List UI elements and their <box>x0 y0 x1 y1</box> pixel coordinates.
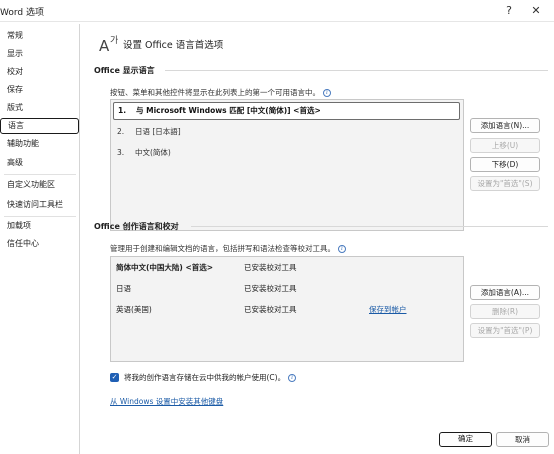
display-language-list[interactable]: 1. 与 Microsoft Windows 匹配 [中文(简体)] <首选> 2… <box>110 99 464 231</box>
set-authoring-preferred-button[interactable]: 设置为"首选"(P) <box>470 323 540 338</box>
cancel-button[interactable]: 取消 <box>496 432 549 447</box>
table-row[interactable]: 英语(美国) 已安装校对工具 保存到帐户 <box>111 301 461 319</box>
sidebar-item-advanced[interactable]: 高级 <box>0 155 80 171</box>
section-divider <box>165 70 548 71</box>
sidebar-item-language[interactable]: 语言 <box>0 118 79 134</box>
remove-language-button[interactable]: 删除(R) <box>470 304 540 319</box>
display-language-description: 按钮、菜单和其他控件将显示在此列表上的第一个可用语言中。 i <box>110 87 331 98</box>
store-languages-in-cloud-option: 将我的创作语言存储在云中供我的帐户使用(C)。 i <box>124 373 297 383</box>
row-language: 英语(美国) <box>116 305 152 314</box>
store-languages-in-cloud-label: 将我的创作语言存储在云中供我的帐户使用(C)。 <box>124 373 286 382</box>
authoring-language-list[interactable]: 简体中文(中国大陆) <首选> 已安装校对工具 日语 已安装校对工具 英语(美国… <box>110 256 464 362</box>
ok-button[interactable]: 确定 <box>439 432 492 447</box>
list-item-number: 1. <box>118 106 127 115</box>
move-up-button[interactable]: 上移(U) <box>470 138 540 153</box>
language-settings-panel: A 가 设置 Office 语言首选项 Office 显示语言 按钮、菜单和其他… <box>81 24 554 454</box>
move-down-button[interactable]: 下移(D) <box>470 157 540 172</box>
list-item-number: 3. <box>117 148 125 157</box>
set-display-preferred-button[interactable]: 设置为"首选"(S) <box>470 176 540 191</box>
list-item[interactable]: 3. 中文(简体) <box>113 144 460 162</box>
page-title: 设置 Office 语言首选项 <box>123 40 224 51</box>
row-status: 已安装校对工具 <box>244 263 297 272</box>
section-divider <box>191 226 548 227</box>
info-icon[interactable]: i <box>323 89 331 97</box>
sidebar-item-trust-center[interactable]: 信任中心 <box>0 236 80 252</box>
sidebar-divider <box>4 174 76 175</box>
install-keyboards-link[interactable]: 从 Windows 设置中安装其他键盘 <box>110 396 223 407</box>
sidebar-item-quick-access-toolbar[interactable]: 快速访问工具栏 <box>0 197 80 213</box>
row-language: 日语 <box>116 284 131 293</box>
list-item-label: 中文(简体) <box>135 148 171 157</box>
list-item[interactable]: 2. 日语 [日本語] <box>113 123 460 141</box>
info-icon[interactable]: i <box>338 245 346 253</box>
authoring-language-description: 管理用于创建和编辑文档的语言，包括拼写和语法检查等校对工具。 i <box>110 243 346 254</box>
row-status: 已安装校对工具 <box>244 305 297 314</box>
sidebar-item-save[interactable]: 保存 <box>0 82 80 98</box>
info-icon[interactable]: i <box>288 374 297 382</box>
window-title: Word 选项 <box>0 8 44 18</box>
options-sidebar: 常规 显示 校对 保存 版式 语言 辅助功能 高级 自定义功能区 快速访问工具栏… <box>0 24 80 454</box>
list-item[interactable]: 1. 与 Microsoft Windows 匹配 [中文(简体)] <首选> <box>113 102 460 120</box>
close-button[interactable]: ✕ <box>527 2 545 20</box>
sidebar-item-proofing[interactable]: 校对 <box>0 64 80 80</box>
table-row[interactable]: 简体中文(中国大陆) <首选> 已安装校对工具 <box>111 259 461 277</box>
row-status: 已安装校对工具 <box>244 284 297 293</box>
sidebar-item-accessibility[interactable]: 辅助功能 <box>0 136 80 152</box>
list-item-number: 2. <box>117 127 125 136</box>
sidebar-divider <box>4 216 76 217</box>
help-button[interactable]: ? <box>500 2 518 20</box>
svg-text:가: 가 <box>110 35 118 46</box>
display-language-description-text: 按钮、菜单和其他控件将显示在此列表上的第一个可用语言中。 <box>110 88 320 97</box>
display-language-heading: Office 显示语言 <box>94 66 155 75</box>
authoring-language-description-text: 管理用于创建和编辑文档的语言，包括拼写和语法检查等校对工具。 <box>110 244 335 253</box>
sidebar-item-typography[interactable]: 版式 <box>0 100 80 116</box>
sidebar-item-display[interactable]: 显示 <box>0 46 80 62</box>
table-row[interactable]: 日语 已安装校对工具 <box>111 280 461 298</box>
list-item-label: 与 Microsoft Windows 匹配 [中文(简体)] <首选> <box>136 106 321 115</box>
sidebar-item-add-ins[interactable]: 加载项 <box>0 218 80 234</box>
title-bar: Word 选项 ? ✕ <box>0 0 554 22</box>
svg-text:A: A <box>99 37 110 54</box>
list-item-label: 日语 [日本語] <box>135 127 181 136</box>
language-icon: A 가 <box>99 35 118 54</box>
add-authoring-language-button[interactable]: 添加语言(A)... <box>470 285 540 300</box>
store-languages-in-cloud-checkbox[interactable]: ✓ <box>110 373 119 382</box>
authoring-language-heading: Office 创作语言和校对 <box>94 222 179 231</box>
sidebar-item-customize-ribbon[interactable]: 自定义功能区 <box>0 177 80 193</box>
sidebar-item-general[interactable]: 常规 <box>0 28 80 44</box>
add-display-language-button[interactable]: 添加语言(N)... <box>470 118 540 133</box>
save-to-account-link[interactable]: 保存到帐户 <box>369 301 407 319</box>
row-language: 简体中文(中国大陆) <首选> <box>116 263 214 272</box>
